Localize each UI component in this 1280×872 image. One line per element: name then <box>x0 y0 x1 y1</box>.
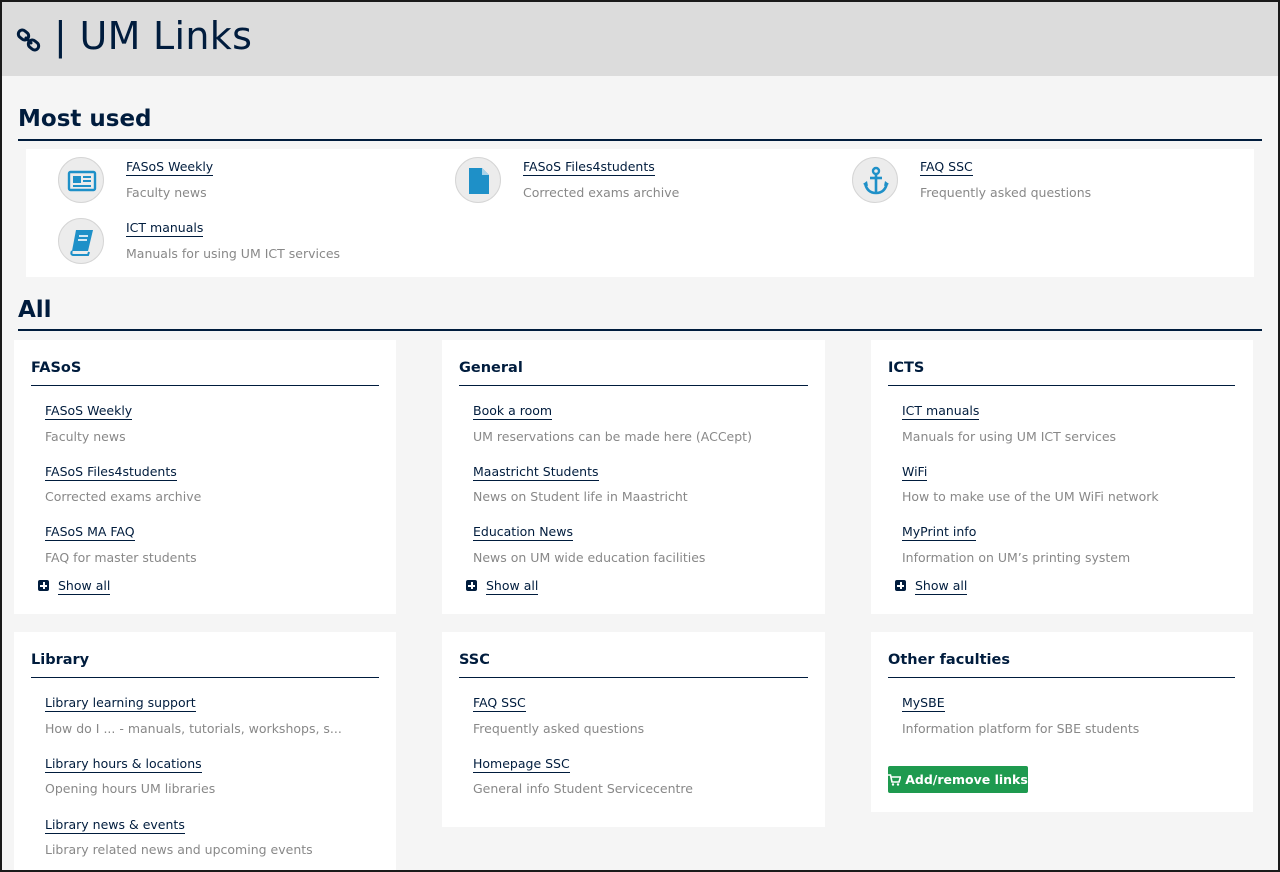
all-divider <box>18 329 1262 331</box>
page-title: | UM Links <box>54 14 253 58</box>
card-title: General <box>459 360 523 376</box>
most-used-desc: Faculty news <box>126 185 207 200</box>
card-divider <box>888 677 1235 678</box>
card-library: Library Library learning support How do … <box>14 632 396 870</box>
card-link[interactable]: MySBE <box>902 695 945 712</box>
card-desc: General info Student Servicecentre <box>473 781 693 796</box>
add-remove-links-label: Add/remove links <box>905 772 1028 787</box>
most-used-divider <box>18 139 1262 141</box>
plus-icon <box>466 580 477 591</box>
card-desc: Information on UM’s printing system <box>902 550 1131 565</box>
most-used-link[interactable]: FAQ SSC <box>920 159 973 176</box>
card-desc: UM reservations can be made here (ACCept… <box>473 429 752 444</box>
card-title: Library <box>31 652 90 668</box>
card-desc: News on UM wide education facilities <box>473 550 706 565</box>
card-link[interactable]: FASoS Weekly <box>45 403 133 420</box>
card-link[interactable]: ICT manuals <box>902 403 980 420</box>
card-divider <box>459 385 808 386</box>
most-used-desc: Frequently asked questions <box>920 185 1092 200</box>
card-link[interactable]: Library learning support <box>45 695 196 712</box>
card-title: Other faculties <box>888 652 1010 668</box>
card-link[interactable]: MyPrint info <box>902 524 977 541</box>
show-all-label: Show all <box>486 578 539 595</box>
card-desc: Information platform for SBE students <box>902 721 1140 736</box>
newspaper-icon <box>58 157 104 203</box>
most-used-desc: Corrected exams archive <box>523 185 680 200</box>
show-all-label: Show all <box>58 578 111 595</box>
cart-icon <box>888 773 902 786</box>
card-link[interactable]: Library hours & locations <box>45 756 202 773</box>
anchor-icon <box>852 157 898 203</box>
all-heading: All <box>18 297 52 323</box>
card-ssc: SSC FAQ SSC Frequently asked questions H… <box>442 632 825 827</box>
card-title: FASoS <box>31 360 82 376</box>
add-remove-links-button[interactable]: Add/remove links <box>888 766 1028 793</box>
most-used-link[interactable]: ICT manuals <box>126 220 204 237</box>
card-general: General Book a room UM reservations can … <box>442 340 825 614</box>
card-link[interactable]: Homepage SSC <box>473 756 570 773</box>
card-link[interactable]: FASoS MA FAQ <box>45 524 135 541</box>
card-desc: Frequently asked questions <box>473 721 645 736</box>
most-used-heading: Most used <box>18 106 152 132</box>
card-link[interactable]: FASoS Files4students <box>45 464 177 481</box>
most-used-link[interactable]: FASoS Files4students <box>523 159 655 176</box>
card-divider <box>459 677 808 678</box>
most-used-link[interactable]: FASoS Weekly <box>126 159 214 176</box>
most-used-desc: Manuals for using UM ICT services <box>126 246 341 261</box>
card-title: SSC <box>459 652 490 668</box>
link-icon <box>16 28 41 52</box>
card-link[interactable]: Maastricht Students <box>473 464 599 481</box>
plus-icon <box>895 580 906 591</box>
card-link[interactable]: WiFi <box>902 464 928 481</box>
show-all-label: Show all <box>915 578 968 595</box>
card-desc: Manuals for using UM ICT services <box>902 429 1117 444</box>
card-title: ICTS <box>888 360 925 376</box>
card-desc: FAQ for master students <box>45 550 197 565</box>
card-icts: ICTS ICT manuals Manuals for using UM IC… <box>871 340 1253 614</box>
card-desc: Library related news and upcoming events <box>45 842 313 857</box>
card-link[interactable]: Education News <box>473 524 573 541</box>
card-desc: How to make use of the UM WiFi network <box>902 489 1159 504</box>
card-desc: Faculty news <box>45 429 126 444</box>
file-icon <box>455 157 501 203</box>
most-used-panel: FASoS Weekly Faculty news FASoS Files4st… <box>26 149 1254 277</box>
card-desc: News on Student life in Maastricht <box>473 489 688 504</box>
card-link[interactable]: Library news & events <box>45 817 185 834</box>
card-desc: Opening hours UM libraries <box>45 781 216 796</box>
card-other-faculties: Other faculties MySBE Information platfo… <box>871 632 1253 812</box>
card-desc: How do I ... - manuals, tutorials, works… <box>45 721 342 736</box>
card-fasos: FASoS FASoS Weekly Faculty news FASoS Fi… <box>14 340 396 614</box>
card-link[interactable]: Book a room <box>473 403 553 420</box>
header: | UM Links <box>2 2 1278 76</box>
card-divider <box>31 385 379 386</box>
page-frame: | UM Links Most used FASoS Weekly Facult… <box>0 0 1280 872</box>
book-icon <box>58 218 104 264</box>
card-link[interactable]: FAQ SSC <box>473 695 526 712</box>
plus-icon <box>38 580 49 591</box>
card-divider <box>31 677 379 678</box>
card-desc: Corrected exams archive <box>45 489 202 504</box>
card-divider <box>888 385 1235 386</box>
